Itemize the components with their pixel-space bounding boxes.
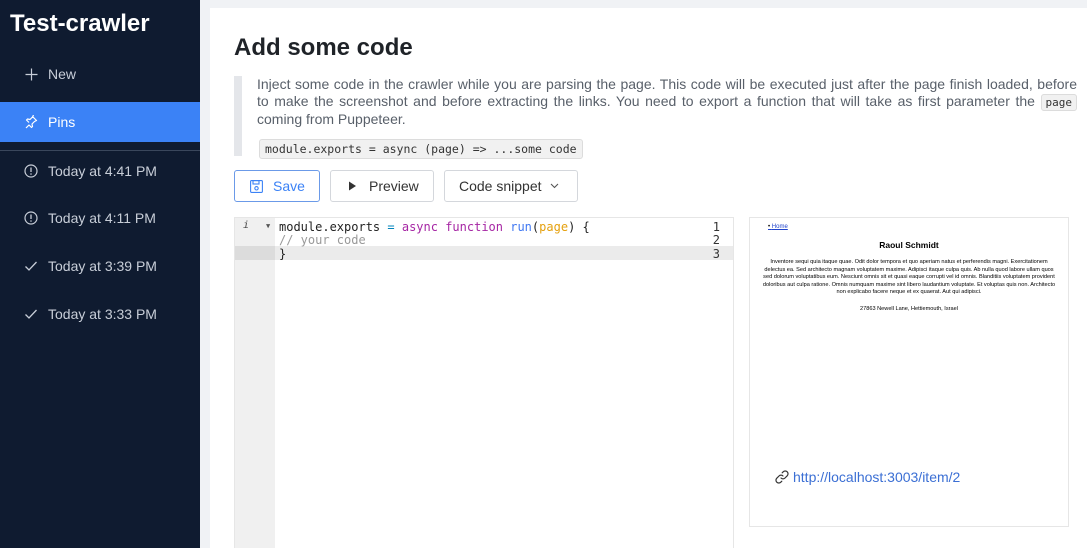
code-example: module.exports = async (page) => ...some… (259, 139, 583, 159)
screenshot-text: Inventore sequi quia itaque quae. Odit d… (762, 259, 1056, 296)
page-screenshot: Home Raoul Schmidt Inventore sequi quia … (758, 224, 1060, 324)
active-line-highlight (235, 246, 733, 260)
plus-icon (24, 67, 38, 81)
exclamation-circle-icon (24, 164, 38, 178)
page-title: Add some code (234, 34, 413, 61)
sidebar-item-label: Pins (48, 114, 76, 130)
preview-panel: Home Raoul Schmidt Inventore sequi quia … (749, 217, 1069, 527)
code-line-3: } (279, 247, 287, 261)
code-line-2: // your code (279, 233, 366, 247)
code-snippet-dropdown[interactable]: Code snippet (444, 170, 578, 202)
chevron-down-icon (550, 183, 559, 189)
description-text: Inject some code in the crawler while yo… (257, 76, 1078, 127)
check-icon (24, 307, 38, 321)
code-line-1: module.exports = async function run(page… (279, 220, 590, 234)
description-block: Inject some code in the crawler while yo… (234, 76, 1078, 159)
app-title: Test-crawler (10, 10, 150, 37)
sidebar-item-pins[interactable]: Pins (0, 102, 200, 142)
active-gutter-highlight (235, 246, 275, 260)
history-item-label: Today at 3:33 PM (48, 306, 157, 322)
code-snippet-label: Code snippet (459, 178, 542, 194)
history-item-label: Today at 3:39 PM (48, 258, 157, 274)
line-number: 1 (712, 220, 720, 234)
info-icon[interactable]: i (243, 220, 249, 231)
sidebar-item-label: New (48, 66, 77, 82)
preview-label: Preview (369, 178, 419, 194)
check-icon (24, 259, 38, 273)
link-icon (775, 470, 789, 484)
line-number: 2 (712, 233, 720, 247)
history-item-label: Today at 4:41 PM (48, 163, 157, 179)
save-label: Save (273, 178, 305, 194)
screenshot-title: Raoul Schmidt (879, 240, 939, 250)
history-item[interactable]: Today at 4:41 PM (0, 151, 200, 191)
sidebar: Test-crawler New Pins Today at 4:41 PM T… (0, 0, 200, 548)
sidebar-item-new[interactable]: New (0, 54, 200, 94)
preview-url-link[interactable]: http://localhost:3003/item/2 (793, 469, 960, 485)
screenshot-home-link: Home (768, 224, 788, 230)
history-item[interactable]: Today at 3:33 PM (0, 294, 200, 334)
fold-arrow-icon[interactable]: ▼ (266, 222, 270, 230)
main-content: Add some code Inject some code in the cr… (210, 8, 1087, 548)
exclamation-circle-icon (24, 211, 38, 225)
save-icon (249, 179, 263, 193)
preview-button[interactable]: Preview (330, 170, 434, 202)
preview-url-row[interactable]: http://localhost:3003/item/2 (775, 469, 960, 485)
code-editor[interactable]: i 1 ▼ 2 3 module.exports = async functio… (234, 217, 734, 548)
history-item-label: Today at 4:11 PM (48, 210, 156, 226)
screenshot-address: 27863 Newell Lane, Hettiemouth, Israel (860, 306, 958, 312)
line-number: 3 (712, 247, 720, 261)
history-item[interactable]: Today at 3:39 PM (0, 246, 200, 286)
editor-gutter (235, 218, 275, 548)
play-icon (345, 179, 359, 193)
save-button[interactable]: Save (234, 170, 320, 202)
pin-icon (24, 115, 38, 129)
inline-code-page: page (1040, 93, 1078, 111)
history-item[interactable]: Today at 4:11 PM (0, 198, 200, 238)
